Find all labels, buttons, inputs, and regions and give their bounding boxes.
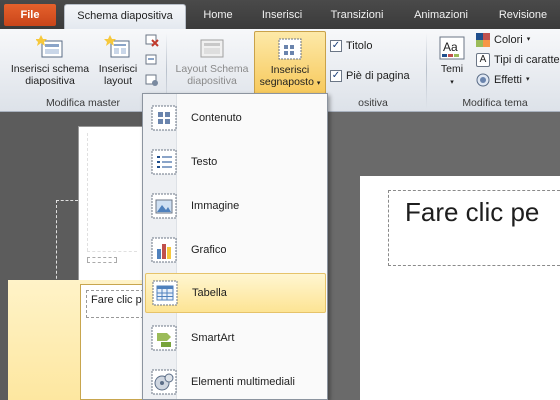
text-placeholder-icon — [151, 149, 177, 175]
thumb-title-placeholder: Fare clic p — [86, 290, 144, 318]
dropdown-arrow-icon: ▾ — [316, 80, 321, 87]
group-label-master-layout: ositiva — [358, 97, 388, 109]
menu-item-smartart[interactable]: SmartArt — [145, 318, 326, 358]
menu-item-chart[interactable]: Grafico — [145, 230, 326, 270]
colors-icon — [476, 33, 490, 47]
rename-icon[interactable] — [145, 53, 159, 67]
colors-label: Colori — [494, 34, 523, 46]
insert-placeholder-button[interactable]: Inserisci segnaposto ▾ — [254, 31, 326, 95]
insert-slide-master-icon — [36, 35, 63, 58]
ribbon-separator — [426, 33, 427, 109]
footer-placeholder — [87, 257, 117, 263]
layout-master-button[interactable]: Layout Schema diapositiva — [170, 31, 254, 93]
tab-review[interactable]: Revisione — [490, 4, 556, 26]
menu-item-table[interactable]: Tabella — [145, 273, 326, 313]
fonts-label: Tipi di caratte — [494, 54, 560, 66]
themes-button[interactable]: Aa Temi ▾ — [432, 31, 472, 93]
content-placeholder-icon — [151, 105, 177, 131]
menu-item-text[interactable]: Testo — [145, 142, 326, 182]
menu-item-label: Tabella — [192, 287, 227, 299]
tab-animations[interactable]: Animazioni — [404, 4, 478, 26]
tab-insert[interactable]: Inserisci — [252, 4, 312, 26]
effects-button[interactable]: Effetti ▾ — [476, 71, 529, 89]
insert-layout-label: Inserisci layout — [98, 63, 138, 87]
menu-item-label: Contenuto — [191, 112, 242, 124]
title-placeholder[interactable]: Fare clic pe — [388, 190, 560, 266]
menu-item-picture[interactable]: Immagine — [145, 186, 326, 226]
menu-item-label: SmartArt — [191, 332, 235, 344]
colors-button[interactable]: Colori ▾ — [476, 31, 530, 49]
svg-text:Aa: Aa — [443, 40, 458, 54]
footer-checkbox[interactable]: ✓ — [330, 70, 342, 82]
menu-item-label: Testo — [191, 156, 218, 168]
thumb-title-text: Fare clic p — [91, 294, 142, 306]
themes-label: Temi — [440, 63, 464, 75]
title-checkbox[interactable]: ✓ — [330, 40, 342, 52]
tab-slide-master[interactable]: Schema diapositiva — [64, 4, 186, 30]
dropdown-arrow-icon: ▾ — [526, 36, 531, 43]
tab-home[interactable]: Home — [196, 4, 240, 26]
tab-transitions[interactable]: Transizioni — [322, 4, 392, 26]
effects-icon — [476, 73, 490, 87]
footer-checkbox-label: Piè di pagina — [346, 70, 410, 82]
menu-item-label: Grafico — [191, 244, 227, 256]
fonts-icon: A — [476, 53, 490, 67]
picture-placeholder-icon — [151, 193, 177, 219]
insert-placeholder-icon — [278, 38, 302, 60]
dropdown-arrow-icon: ▾ — [450, 79, 454, 86]
tab-file[interactable]: File — [4, 4, 56, 26]
insert-layout-icon — [104, 35, 130, 58]
themes-icon: Aa — [439, 36, 465, 60]
menu-item-media[interactable]: Elementi multimediali — [145, 362, 326, 400]
footer-checkbox-row[interactable]: ✓ Piè di pagina — [330, 67, 410, 85]
layout-master-label: Layout Schema diapositiva — [175, 63, 249, 87]
table-placeholder-icon — [152, 280, 178, 306]
connector-line — [56, 200, 78, 201]
smartart-placeholder-icon — [151, 325, 177, 351]
title-placeholder-text: Fare clic pe — [405, 197, 540, 227]
insert-layout-button[interactable]: Inserisci layout — [94, 31, 142, 93]
menu-item-label: Immagine — [191, 200, 240, 212]
slide-master-thumbnail[interactable] — [78, 126, 144, 286]
menu-item-label: Elementi multimediali — [191, 376, 295, 388]
media-placeholder-icon — [151, 369, 177, 395]
chart-placeholder-icon — [151, 237, 177, 263]
menu-item-content[interactable]: Contenuto — [145, 98, 326, 138]
group-label-edit-theme: Modifica tema — [462, 97, 528, 109]
layout-master-icon — [200, 39, 224, 58]
effects-label: Effetti — [494, 74, 522, 86]
ribbon-tab-bar: File Schema diapositiva Home Inserisci T… — [0, 0, 560, 30]
dropdown-arrow-icon: ▾ — [525, 76, 530, 83]
fonts-button[interactable]: A Tipi di caratte — [476, 51, 560, 69]
insert-slide-master-label: Inserisci schema diapositiva — [10, 63, 90, 87]
insert-slide-master-button[interactable]: Inserisci schema diapositiva — [4, 31, 96, 93]
title-checkbox-label: Titolo — [346, 40, 373, 52]
delete-icon[interactable] — [145, 33, 159, 47]
insert-placeholder-label: Inserisci segnaposto — [259, 64, 314, 88]
preserve-icon[interactable] — [145, 73, 159, 87]
insert-placeholder-menu: Contenuto Testo Immagine Grafico Tabella… — [142, 93, 328, 400]
title-checkbox-row[interactable]: ✓ Titolo — [330, 37, 373, 55]
